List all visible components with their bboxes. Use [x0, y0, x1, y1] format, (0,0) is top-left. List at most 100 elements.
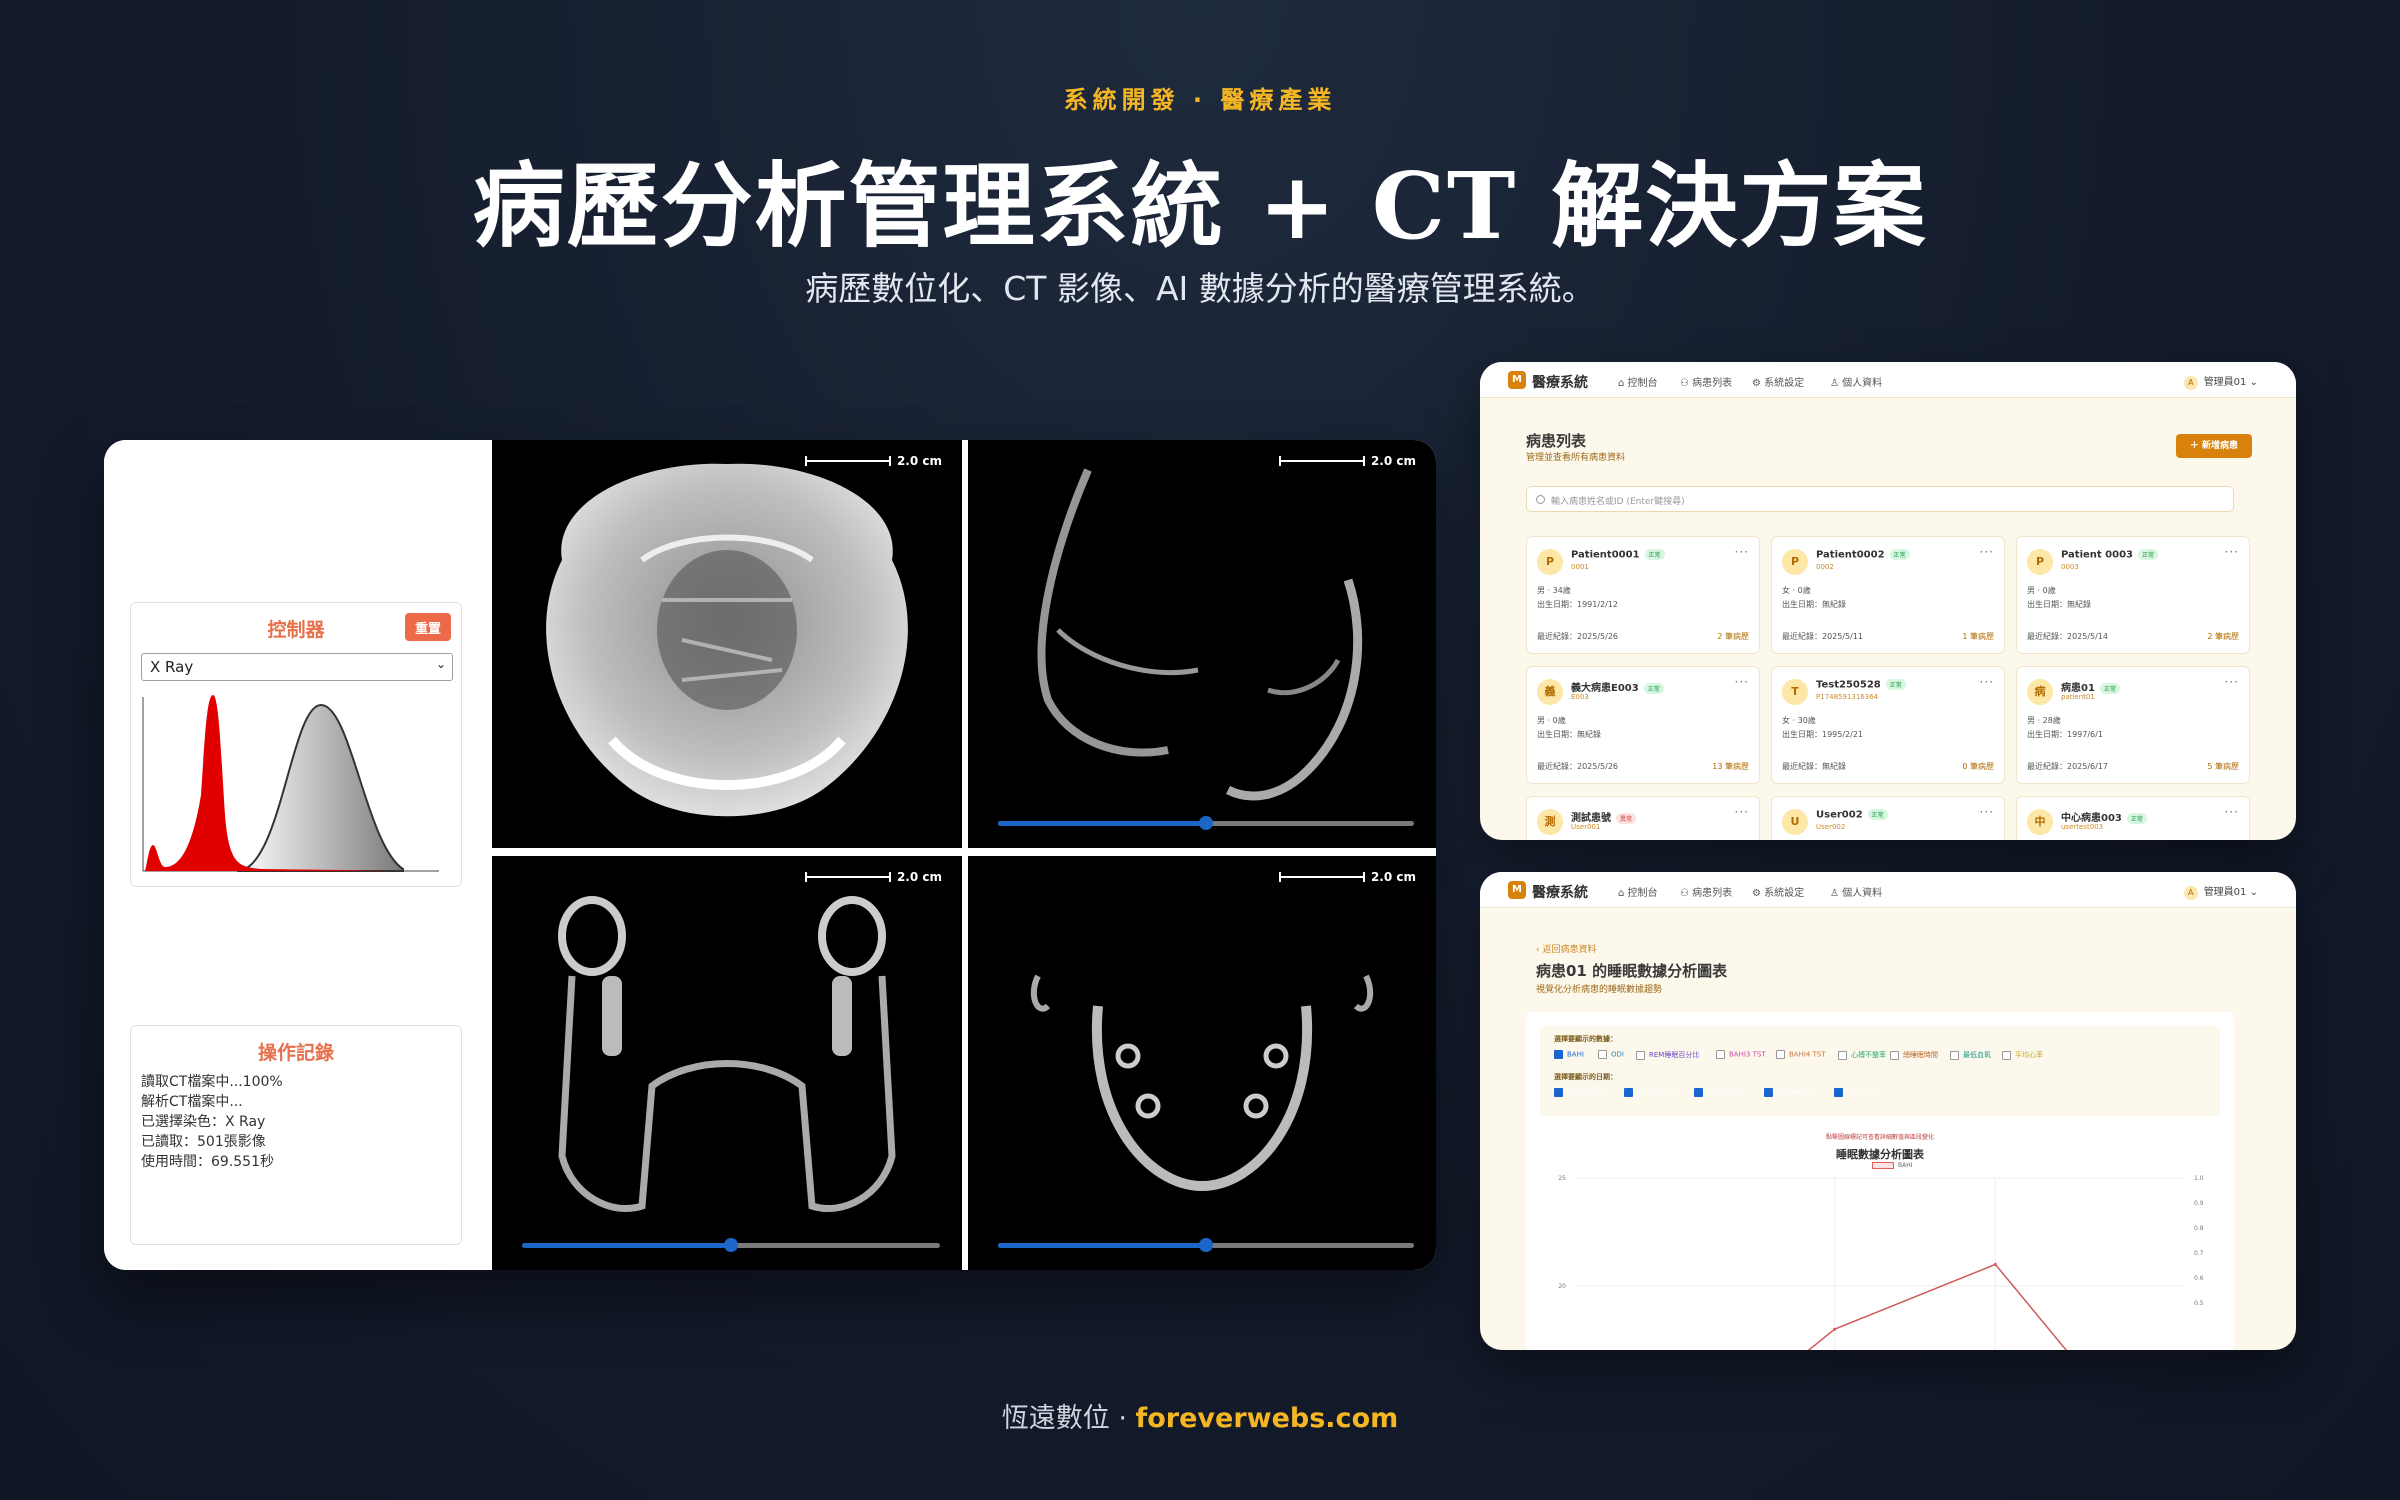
gear-icon: ⚙ — [1752, 888, 1765, 899]
patient-card[interactable]: 中 中心病患003 正常 usertest003 ··· — [2016, 796, 2250, 840]
page-title: 病歷分析管理系統 + CT 解決方案 — [472, 152, 1928, 260]
nav-settings[interactable]: ⚙ 系統設定 — [1752, 884, 1804, 899]
patient-card[interactable]: 病 病患01 正常 patient01 ··· 男 · 28歲 出生日期：1997… — [2016, 666, 2250, 784]
patient-record-count[interactable]: 5 筆病歷 — [2207, 761, 2239, 772]
patient-record-count[interactable]: 13 筆病歷 — [1712, 761, 1749, 772]
patient-card[interactable]: U User002 正常 User002 ··· — [1771, 796, 2005, 840]
ct-viewport-sagittal[interactable]: 2.0 cm — [968, 440, 1436, 848]
more-icon[interactable]: ··· — [1735, 675, 1749, 689]
chart-panel: 選擇要顯示的數據： BAHI ODI REM睡眠百分比 BAHI3 TST BA… — [1526, 1012, 2234, 1350]
chevron-down-icon: ⌄ — [2249, 377, 2258, 388]
metrics-label: 選擇要顯示的數據： — [1554, 1035, 1617, 1043]
metric-checkbox-odi[interactable]: ODI — [1598, 1050, 1624, 1059]
ct-viewport-axial-slice[interactable]: 2.0 cm — [968, 856, 1436, 1270]
metric-checkbox-rem[interactable]: REM睡眠百分比 — [1636, 1050, 1699, 1060]
date-checkbox[interactable]: 2024/8/13 — [1694, 1088, 1743, 1097]
page-subtitle: 病歷數位化、CT 影像、AI 數據分析的醫療管理系統。 — [805, 269, 1595, 308]
slider-thumb[interactable] — [1199, 1238, 1213, 1252]
y2-tick-label: 0.8 — [2194, 1225, 2204, 1232]
status-badge: 正常 — [1644, 549, 1665, 560]
color-preset-select[interactable]: X Ray ⌄ — [141, 653, 453, 681]
metric-checkbox-arrhythmia[interactable]: 心搏不整率 — [1838, 1050, 1886, 1060]
nav-profile[interactable]: ♙ 個人資料 — [1830, 884, 1882, 899]
metric-checkbox-bahi3[interactable]: BAHI3 TST — [1716, 1050, 1766, 1059]
nav-dashboard[interactable]: ⌂ 控制台 — [1618, 884, 1658, 899]
patient-last-record: 最近紀錄：2025/5/11 — [1782, 632, 1864, 641]
more-icon[interactable]: ··· — [2225, 675, 2239, 689]
log-lines: 讀取CT檔案中...100% 解析CT檔案中... 已選擇染色：X Ray 已讀… — [141, 1072, 283, 1172]
patient-birthdate: 出生日期：1997/6/1 — [2027, 730, 2103, 739]
more-icon[interactable]: ··· — [1980, 545, 1994, 559]
patient-birthdate: 出生日期：1995/2/21 — [1782, 730, 1864, 739]
log-line: 已讀取：501張影像 — [141, 1134, 266, 1150]
date-checkbox[interactable]: 2024/3/6 — [1834, 1088, 1878, 1097]
nav-patients[interactable]: ⚇ 病患列表 — [1680, 884, 1732, 899]
preset-value: X Ray — [150, 658, 194, 676]
metric-checkbox-bahi[interactable]: BAHI — [1554, 1050, 1584, 1059]
nav-settings[interactable]: ⚙ 系統設定 — [1752, 374, 1804, 389]
footer-site-link[interactable]: foreverwebs.com — [1136, 1403, 1399, 1434]
admin-menu[interactable]: A 管理員01 ⌄ — [2183, 883, 2258, 900]
patient-id: P1748591316364 — [1816, 693, 1879, 701]
status-badge: 異常 — [1616, 812, 1637, 824]
filter-box: 選擇要顯示的數據： BAHI ODI REM睡眠百分比 BAHI3 TST BA… — [1540, 1026, 2220, 1116]
patient-birthdate: 出生日期：無紀錄 — [1782, 600, 1846, 609]
slider-thumb[interactable] — [1199, 816, 1213, 830]
date-checkbox[interactable]: 2024/8/10 — [1764, 1088, 1813, 1097]
patient-card[interactable]: P Patient 0003 正常 0003 ··· 男 · 0歲 出生日期：無紀… — [2016, 536, 2250, 654]
patient-card[interactable]: 測 測試患號 異常 User001 ··· — [1526, 796, 1760, 840]
home-icon: ⌂ — [1618, 378, 1628, 389]
patient-record-count[interactable]: 1 筆病歷 — [1962, 631, 1994, 642]
slice-slider[interactable] — [998, 1238, 1414, 1252]
slider-fill — [998, 821, 1206, 826]
nav-dashboard[interactable]: ⌂ 控制台 — [1618, 374, 1658, 389]
more-icon[interactable]: ··· — [1735, 805, 1749, 819]
more-icon[interactable]: ··· — [1980, 805, 1994, 819]
patient-gender-age: 男 · 0歲 — [1537, 716, 1566, 725]
admin-menu[interactable]: A 管理員01 ⌄ — [2183, 373, 2258, 390]
users-icon: ⚇ — [1680, 378, 1693, 389]
avatar: P — [2027, 549, 2053, 575]
controller-card: 控制器 重置 X Ray ⌄ — [130, 602, 462, 887]
patient-gender-age: 男 · 0歲 — [2027, 586, 2056, 595]
patient-card[interactable]: P Patient0002 正常 0002 ··· 女 · 0歲 出生日期：無紀錄… — [1771, 536, 2005, 654]
add-patient-button[interactable]: ＋ 新增病患 — [2176, 434, 2252, 458]
log-card: 操作記錄 讀取CT檔案中...100% 解析CT檔案中... 已選擇染色：X R… — [130, 1025, 462, 1245]
nav-profile[interactable]: ♙ 個人資料 — [1830, 374, 1882, 389]
patient-list-screen: M 醫療系統 ⌂ 控制台 ⚇ 病患列表 ⚙ 系統設定 ♙ 個人資料 A 管理員01… — [1480, 362, 2296, 840]
patient-card[interactable]: P Patient0001 正常 0001 ··· 男 · 34歲 出生日期：19… — [1526, 536, 1760, 654]
more-icon[interactable]: ··· — [2225, 545, 2239, 559]
more-icon[interactable]: ··· — [1735, 545, 1749, 559]
back-link[interactable]: ‹ 返回病患資料 — [1536, 942, 1596, 955]
more-icon[interactable]: ··· — [1980, 675, 1994, 689]
sleep-analysis-screen: M 醫療系統 ⌂ 控制台 ⚇ 病患列表 ⚙ 系統設定 ♙ 個人資料 A 管理員01… — [1480, 872, 2296, 1350]
patient-search-input[interactable]: 輸入病患姓名或ID (Enter鍵搜尋) — [1526, 486, 2234, 512]
patient-record-count[interactable]: 2 筆病歷 — [2207, 631, 2239, 642]
scale-bar: 2.0 cm — [1278, 454, 1416, 468]
date-checkbox[interactable]: 2025/5/26 — [1624, 1088, 1673, 1097]
footer-brand: 恆遠數位 · — [1001, 1403, 1136, 1434]
metric-checkbox-min-spo2[interactable]: 最低血氧 — [1950, 1050, 1991, 1060]
nav-patients[interactable]: ⚇ 病患列表 — [1680, 374, 1732, 389]
slice-slider[interactable] — [998, 816, 1414, 830]
metric-checkbox-bahi4[interactable]: BAHI4 TST — [1776, 1050, 1826, 1059]
patient-record-count[interactable]: 2 筆病歷 — [1717, 631, 1749, 642]
patient-record-count[interactable]: 0 筆病歷 — [1962, 761, 1994, 772]
date-checkbox[interactable]: 2025/6/17 — [1554, 1088, 1603, 1097]
slice-slider[interactable] — [522, 1238, 940, 1252]
patient-name: Patient0001 正常 — [1571, 549, 1665, 561]
chart-legend: BAHI — [1872, 1162, 1913, 1169]
status-badge: 正常 — [1885, 679, 1906, 690]
slider-thumb[interactable] — [724, 1238, 738, 1252]
users-icon: ⚇ — [1680, 888, 1693, 899]
top-nav: M 醫療系統 ⌂ 控制台 ⚇ 病患列表 ⚙ 系統設定 ♙ 個人資料 A 管理員01… — [1480, 362, 2296, 398]
metric-checkbox-total-sleep[interactable]: 總睡眠時間 — [1890, 1050, 1938, 1060]
more-icon[interactable]: ··· — [2225, 805, 2239, 819]
metric-checkbox-avg-hr[interactable]: 平均心率 — [2002, 1050, 2043, 1060]
avatar: 中 — [2027, 809, 2053, 835]
patient-card[interactable]: T Test250528 正常 P1748591316364 ··· 女 · 30… — [1771, 666, 2005, 784]
reset-button[interactable]: 重置 — [405, 613, 451, 641]
patient-card[interactable]: 義 義大病患E003 正常 E003 ··· 男 · 0歲 出生日期：無紀錄 最近… — [1526, 666, 1760, 784]
ct-viewport-axial[interactable]: 2.0 cm — [492, 440, 962, 848]
ct-viewport-coronal[interactable]: 2.0 cm — [492, 856, 962, 1270]
